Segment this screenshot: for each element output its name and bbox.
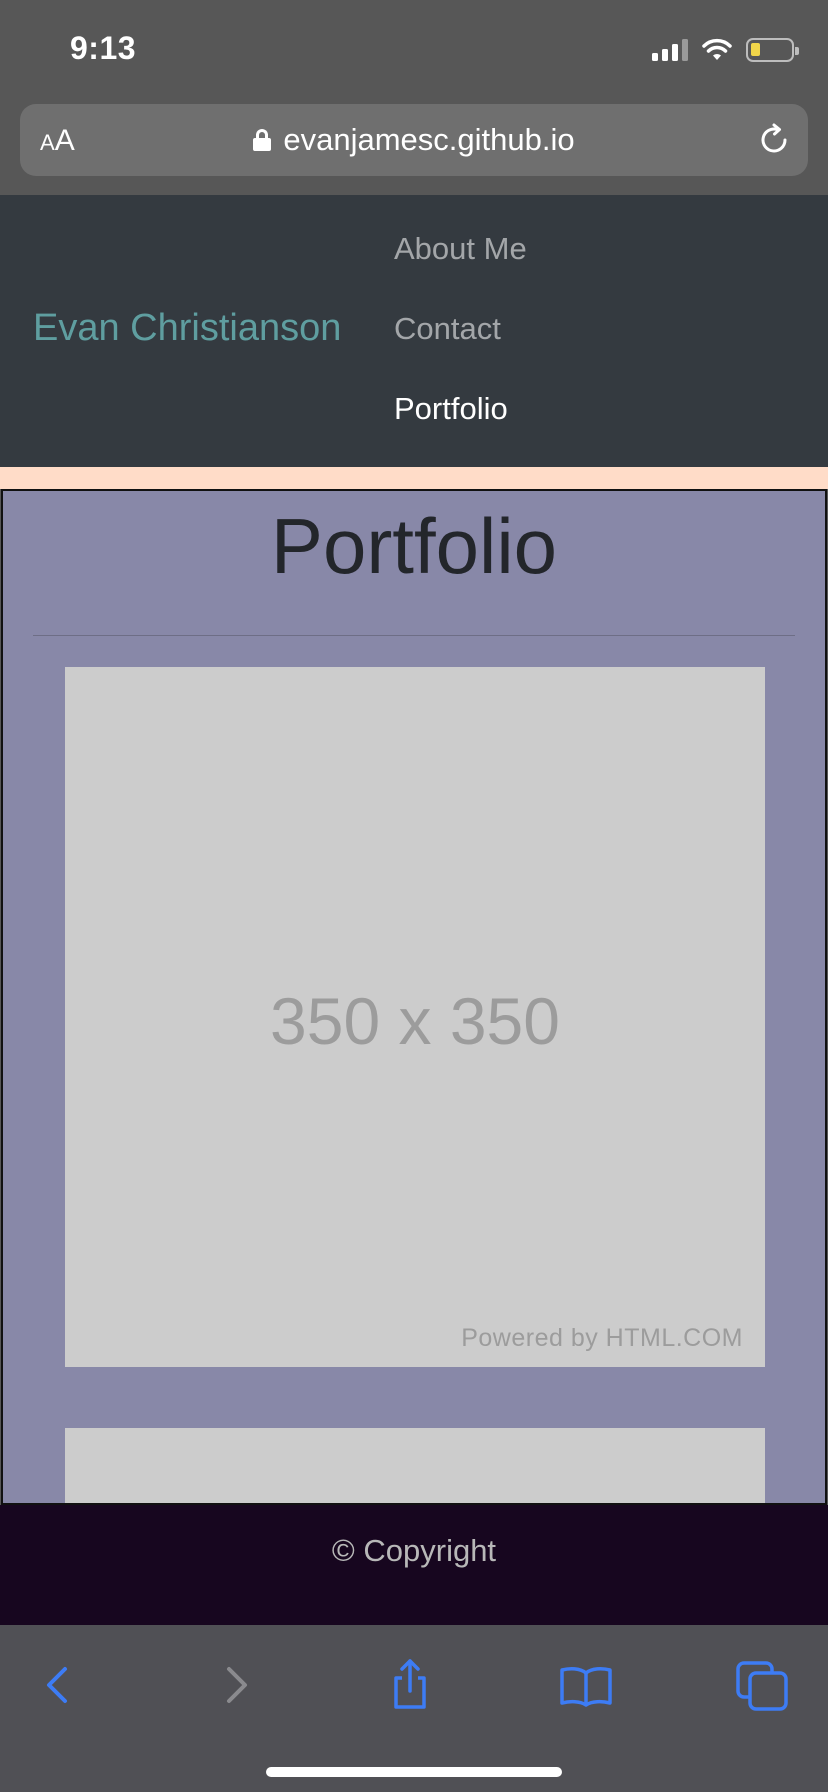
site-navbar: Evan Christianson About Me Contact Portf… — [0, 195, 828, 467]
battery-icon — [746, 38, 799, 62]
tabs-icon[interactable] — [734, 1655, 794, 1715]
site-footer: © Copyright — [0, 1505, 828, 1625]
site-brand[interactable]: Evan Christianson — [33, 307, 341, 350]
nav-link-portfolio[interactable]: Portfolio — [394, 389, 527, 469]
copyright-text: © Copyright — [331, 1533, 497, 1568]
url-display[interactable]: evanjamesc.github.io — [20, 122, 808, 158]
status-time: 9:13 — [70, 30, 137, 66]
portfolio-image-placeholder[interactable]: 350 x 350 Powered by HTML.COM — [65, 667, 765, 1367]
url-text: evanjamesc.github.io — [283, 122, 575, 157]
placeholder-credit: Powered by HTML.COM — [461, 1324, 743, 1352]
forward-icon — [227, 1667, 247, 1703]
cellular-signal-icon — [652, 39, 688, 61]
home-indicator[interactable] — [266, 1767, 562, 1777]
divider — [33, 635, 795, 636]
nav-links: About Me Contact Portfolio — [394, 229, 527, 469]
nav-link-about-me[interactable]: About Me — [394, 229, 527, 309]
bookmarks-icon[interactable] — [556, 1655, 616, 1715]
status-bar: 9:13 — [0, 0, 828, 100]
nav-link-contact[interactable]: Contact — [394, 309, 527, 389]
wifi-icon — [702, 38, 732, 60]
back-icon[interactable] — [28, 1655, 88, 1715]
placeholder-dimensions: 350 x 350 — [270, 984, 560, 1058]
page-title: Portfolio — [270, 502, 558, 590]
address-bar[interactable]: AA evanjamesc.github.io — [20, 104, 808, 176]
accent-strip — [0, 467, 828, 489]
portfolio-image-placeholder[interactable] — [65, 1428, 765, 1503]
reload-icon[interactable] — [756, 122, 792, 158]
lock-icon — [253, 129, 272, 151]
share-icon[interactable] — [380, 1655, 440, 1715]
status-icons — [652, 36, 799, 64]
portfolio-section: Portfolio 350 x 350 Powered by HTML.COM — [1, 489, 827, 1505]
